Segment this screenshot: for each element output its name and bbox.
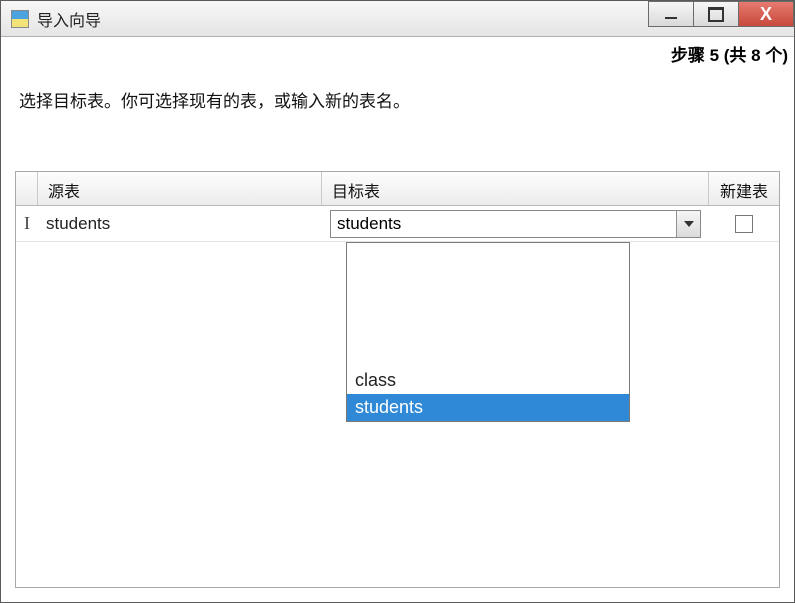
header-target: 目标表	[322, 172, 709, 205]
target-table-input[interactable]	[331, 211, 676, 237]
app-icon	[11, 10, 29, 28]
header-handle	[16, 172, 38, 205]
instruction-text: 选择目标表。你可选择现有的表，或输入新的表名。	[19, 87, 410, 112]
table-row: I students	[16, 206, 779, 242]
source-table-cell: students	[38, 210, 322, 238]
dropdown-option-students[interactable]: students	[347, 394, 629, 421]
table-header: 源表 目标表 新建表	[16, 172, 779, 206]
new-table-cell	[709, 211, 779, 237]
window-title: 导入向导	[37, 7, 101, 31]
mapping-table: 源表 目标表 新建表 I students	[15, 171, 780, 588]
import-wizard-window: 导入向导 X 步骤 5 (共 8 个) 选择目标表。你可选择现有的表，或输入新的…	[0, 0, 795, 603]
target-table-cell	[322, 206, 709, 242]
target-table-dropdown: class students	[346, 242, 630, 422]
dropdown-empty-area[interactable]	[347, 243, 629, 367]
window-controls: X	[649, 1, 794, 29]
header-source: 源表	[38, 172, 322, 205]
step-indicator: 步骤 5 (共 8 个)	[671, 41, 788, 66]
titlebar[interactable]: 导入向导 X	[1, 1, 794, 37]
maximize-button[interactable]	[693, 1, 739, 27]
dropdown-option-class[interactable]: class	[347, 367, 629, 394]
content-area: 步骤 5 (共 8 个) 选择目标表。你可选择现有的表，或输入新的表名。 源表 …	[1, 37, 794, 602]
row-cursor-icon: I	[16, 209, 38, 238]
close-button[interactable]: X	[738, 1, 794, 27]
new-table-checkbox[interactable]	[735, 215, 753, 233]
combobox-dropdown-button[interactable]	[676, 211, 700, 237]
target-table-combobox[interactable]	[330, 210, 701, 238]
minimize-button[interactable]	[648, 1, 694, 27]
header-new-table: 新建表	[709, 172, 779, 205]
